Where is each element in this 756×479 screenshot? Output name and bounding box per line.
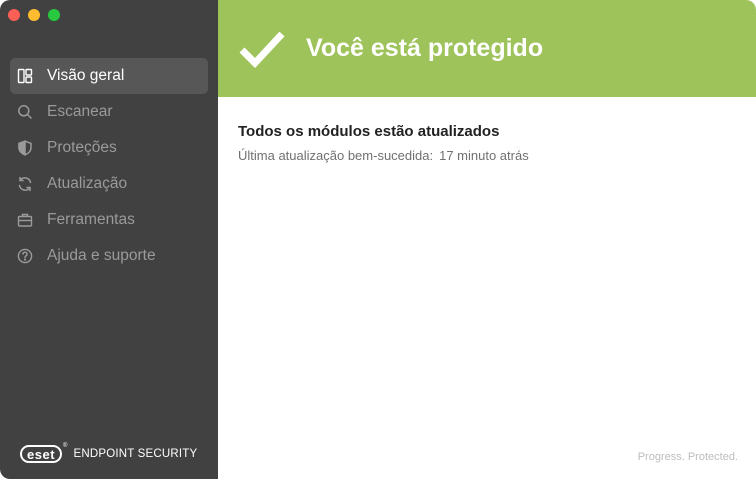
maximize-window-button[interactable]	[48, 9, 60, 21]
checkmark-icon	[239, 31, 285, 68]
sidebar-item-scan[interactable]: Escanear	[10, 94, 208, 130]
refresh-icon	[16, 175, 34, 193]
registered-mark: ®	[63, 443, 68, 449]
search-icon	[16, 103, 34, 121]
close-window-button[interactable]	[8, 9, 20, 21]
eset-logo-text: eset	[27, 446, 56, 462]
last-update-value: 17 minuto atrás	[439, 148, 529, 163]
help-circle-icon	[16, 247, 34, 265]
status-title: Você está protegido	[306, 34, 544, 62]
last-update-info: Última atualização bem-sucedida: 17 minut…	[238, 148, 736, 163]
app-window: Visão geral Escanear Proteções Atualizaç…	[0, 0, 756, 479]
sidebar-item-overview[interactable]: Visão geral	[10, 58, 208, 94]
sidebar: Visão geral Escanear Proteções Atualizaç…	[0, 0, 218, 479]
sidebar-item-update[interactable]: Atualização	[10, 166, 208, 202]
sidebar-item-label: Atualização	[47, 175, 128, 192]
tagline: Progress. Protected.	[637, 451, 738, 463]
window-controls	[8, 9, 60, 21]
shield-icon	[16, 139, 34, 157]
briefcase-icon	[16, 211, 34, 229]
dashboard-icon	[16, 67, 34, 85]
sidebar-item-help[interactable]: Ajuda e suporte	[10, 238, 208, 274]
product-brand: eset ® ENDPOINT SECURITY	[20, 443, 198, 463]
protection-status-banner: Você está protegido	[218, 0, 756, 97]
eset-logo: eset	[20, 445, 63, 463]
minimize-window-button[interactable]	[28, 9, 40, 21]
sidebar-item-label: Proteções	[47, 139, 117, 156]
sidebar-item-tools[interactable]: Ferramentas	[10, 202, 208, 238]
sidebar-item-label: Ajuda e suporte	[47, 247, 156, 264]
main-panel: Você está protegido Todos os módulos est…	[218, 0, 756, 479]
sidebar-item-label: Escanear	[47, 103, 113, 120]
sidebar-item-protections[interactable]: Proteções	[10, 130, 208, 166]
sidebar-item-label: Visão geral	[47, 67, 125, 84]
sidebar-item-label: Ferramentas	[47, 211, 135, 228]
last-update-label: Última atualização bem-sucedida:	[238, 148, 434, 163]
product-name: ENDPOINT SECURITY	[73, 448, 198, 460]
modules-status-heading: Todos os módulos estão atualizados	[238, 123, 500, 140]
sidebar-nav: Visão geral Escanear Proteções Atualizaç…	[10, 58, 208, 274]
status-details: Todos os módulos estão atualizados Últim…	[218, 97, 756, 163]
